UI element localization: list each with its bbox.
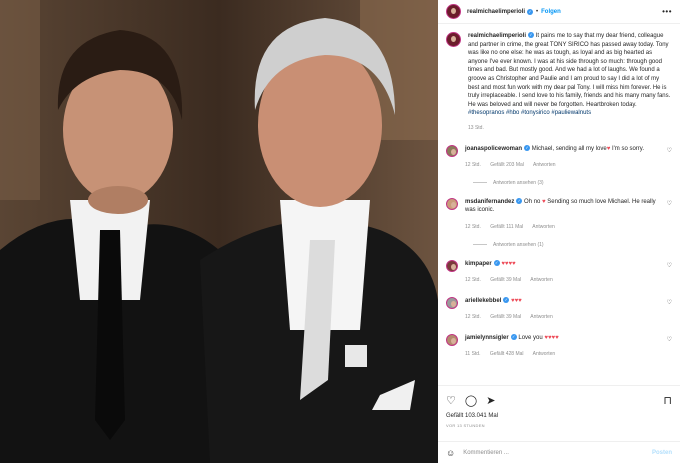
comment-time: 12 Std. bbox=[465, 223, 481, 230]
reply-button[interactable]: Antworten bbox=[530, 277, 553, 283]
post-caption: realmichaelimperioli ✓ It pains me to say… bbox=[446, 32, 672, 133]
follow-button[interactable]: Folgen bbox=[541, 9, 561, 15]
comment-avatar[interactable] bbox=[446, 296, 458, 309]
author-username[interactable]: realmichaelimperioli bbox=[467, 9, 525, 15]
comment-avatar[interactable] bbox=[446, 333, 458, 346]
view-replies-button[interactable]: Antworten ansehen (1) bbox=[473, 242, 672, 248]
comment-meta: 12 Std. Gefällt 111 Mal Antworten bbox=[465, 223, 663, 232]
add-comment-bar: ☺ Kommentieren ... Posten bbox=[438, 441, 680, 463]
comment-item: msdanifernandez ✓ Oh no ♥ Sending so much… bbox=[446, 197, 672, 232]
comment-time: 12 Std. bbox=[465, 314, 481, 321]
comment-meta: 12 Std. Gefällt 39 Mal Antworten bbox=[465, 313, 663, 322]
caption-time: 13 Std. bbox=[468, 124, 484, 131]
verified-icon: ✓ bbox=[493, 259, 500, 266]
comment-likes[interactable]: Gefällt 39 Mal bbox=[490, 314, 521, 320]
post-photo bbox=[0, 0, 438, 463]
comment-item: jamielynnsigler ✓ Love you ♥♥♥♥ 11 Std. G… bbox=[446, 333, 672, 359]
reply-button[interactable]: Antworten bbox=[532, 224, 555, 230]
view-replies-button[interactable]: Antworten ansehen (3) bbox=[473, 180, 672, 186]
verified-icon: ✓ bbox=[516, 198, 523, 205]
like-comment-icon[interactable]: ♡ bbox=[667, 299, 672, 306]
share-icon[interactable]: ➤ bbox=[486, 394, 495, 407]
comment-item: joanaspolicewoman ✓ Michael, sending all … bbox=[446, 144, 672, 170]
photo-illustration bbox=[0, 0, 438, 463]
verified-icon: ✓ bbox=[528, 32, 535, 39]
comment-body: ariellekebbel ✓ ♥♥♥ 12 Std. Gefällt 39 Ma… bbox=[465, 297, 663, 322]
comment-text: Love you bbox=[518, 334, 545, 341]
caption-hashtags[interactable]: #thesopranos #hbo #tonysirico #pauliewal… bbox=[468, 110, 591, 116]
caption-avatar[interactable] bbox=[446, 32, 461, 47]
comment-likes[interactable]: Gefällt 203 Mal bbox=[490, 162, 524, 168]
reply-button[interactable]: Antworten bbox=[533, 351, 556, 357]
caption-body: realmichaelimperioli ✓ It pains me to say… bbox=[468, 32, 672, 133]
like-comment-icon[interactable]: ♡ bbox=[667, 262, 672, 269]
comment-username[interactable]: ariellekebbel bbox=[465, 298, 501, 304]
red-hearts-emoji: ♥♥♥♥ bbox=[501, 260, 516, 267]
post-actions: ♡ ◯ ➤ ⊓ Gefällt 103.041 Mal VOR 13 STUND… bbox=[438, 385, 680, 428]
comment-text-cont: I'm so sorry. bbox=[610, 145, 644, 152]
post-header: realmichaelimperioli ✓ • Folgen ••• bbox=[438, 0, 680, 24]
like-comment-icon[interactable]: ♡ bbox=[667, 147, 672, 154]
comment-input[interactable]: Kommentieren ... bbox=[463, 450, 509, 456]
comment-item: ariellekebbel ✓ ♥♥♥ 12 Std. Gefällt 39 Ma… bbox=[446, 296, 672, 322]
red-hearts-emoji: ♥♥♥♥ bbox=[544, 334, 559, 341]
comment-likes[interactable]: Gefällt 111 Mal bbox=[490, 224, 523, 230]
comment-username[interactable]: kimpaper bbox=[465, 261, 492, 267]
comment-username[interactable]: msdanifernandez bbox=[465, 199, 514, 205]
verified-icon: ✓ bbox=[524, 144, 531, 151]
comment-username[interactable]: joanaspolicewoman bbox=[465, 146, 522, 152]
like-count[interactable]: Gefällt 103.041 Mal bbox=[446, 413, 672, 419]
comments-scroll[interactable]: realmichaelimperioli ✓ It pains me to say… bbox=[438, 24, 680, 385]
comment-avatar[interactable] bbox=[446, 197, 458, 210]
verified-icon: ✓ bbox=[510, 334, 517, 341]
comment-time: 12 Std. bbox=[465, 162, 481, 169]
smiley-icon[interactable]: ☺ bbox=[446, 448, 455, 458]
comment-meta: 11 Std. Gefällt 428 Mal Antworten bbox=[465, 350, 663, 359]
bookmark-icon[interactable]: ⊓ bbox=[663, 394, 672, 407]
caption-text: It pains me to say that my dear friend, … bbox=[468, 33, 671, 108]
caption-username[interactable]: realmichaelimperioli bbox=[468, 33, 526, 39]
comment-likes[interactable]: Gefällt 428 Mal bbox=[490, 351, 524, 357]
comment-avatar[interactable] bbox=[446, 144, 458, 157]
like-icon[interactable]: ♡ bbox=[446, 394, 456, 407]
like-comment-icon[interactable]: ♡ bbox=[667, 336, 672, 343]
reply-button[interactable]: Antworten bbox=[530, 314, 553, 320]
post-comment-button[interactable]: Posten bbox=[652, 450, 672, 456]
reply-button[interactable]: Antworten bbox=[533, 162, 556, 168]
comment-username[interactable]: jamielynnsigler bbox=[465, 335, 509, 341]
post-date: VOR 13 STUNDEN bbox=[446, 423, 485, 428]
separator-dot: • bbox=[536, 8, 539, 15]
comment-time: 11 Std. bbox=[465, 351, 481, 358]
author-avatar[interactable] bbox=[446, 4, 461, 19]
like-comment-icon[interactable]: ♡ bbox=[667, 200, 672, 207]
comment-avatar[interactable] bbox=[446, 259, 458, 272]
verified-icon: ✓ bbox=[527, 8, 534, 15]
comment-body: joanaspolicewoman ✓ Michael, sending all … bbox=[465, 144, 663, 170]
comment-item: kimpaper ✓ ♥♥♥♥ 12 Std. Gefällt 39 Mal An… bbox=[446, 259, 672, 285]
comment-body: msdanifernandez ✓ Oh no ♥ Sending so much… bbox=[465, 198, 663, 232]
action-icons: ♡ ◯ ➤ ⊓ bbox=[446, 393, 672, 407]
post-sidebar: realmichaelimperioli ✓ • Folgen ••• real… bbox=[438, 0, 680, 463]
more-options-icon[interactable]: ••• bbox=[662, 7, 672, 16]
comment-time: 12 Std. bbox=[465, 277, 481, 284]
comment-text: Oh no bbox=[524, 198, 543, 205]
comment-likes[interactable]: Gefällt 39 Mal bbox=[490, 277, 521, 283]
comment-body: jamielynnsigler ✓ Love you ♥♥♥♥ 11 Std. G… bbox=[465, 334, 663, 359]
verified-icon: ✓ bbox=[503, 297, 510, 304]
comment-meta: 12 Std. Gefällt 39 Mal Antworten bbox=[465, 276, 663, 285]
comment-meta: 12 Std. Gefällt 203 Mal Antworten bbox=[465, 161, 663, 170]
post-modal: realmichaelimperioli ✓ • Folgen ••• real… bbox=[0, 0, 680, 463]
red-hearts-emoji: ♥♥♥ bbox=[511, 297, 522, 304]
comment-body: kimpaper ✓ ♥♥♥♥ 12 Std. Gefällt 39 Mal An… bbox=[465, 259, 663, 285]
comment-text: Michael, sending all my love bbox=[531, 145, 607, 152]
comment-icon[interactable]: ◯ bbox=[465, 394, 477, 407]
